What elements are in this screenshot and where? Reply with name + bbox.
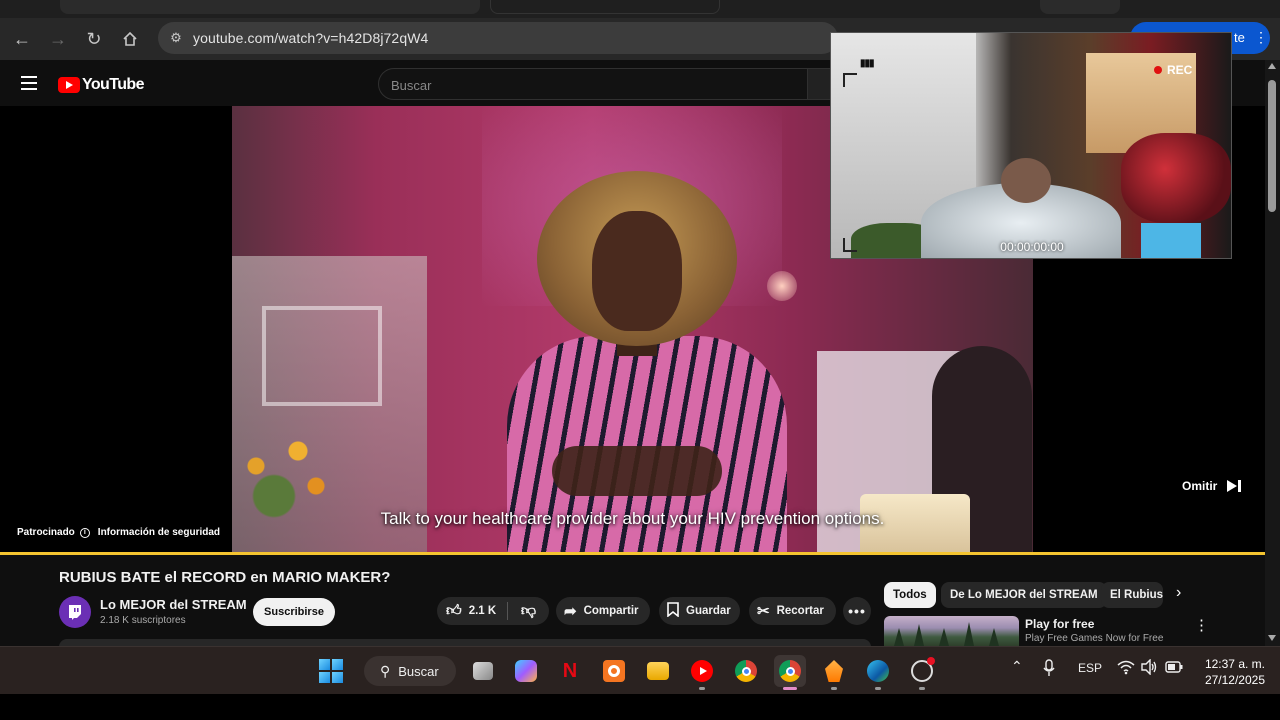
viewfinder-corner	[843, 73, 857, 87]
task-view-icon[interactable]	[467, 655, 499, 687]
like-button[interactable]: 👍︎ 2.1 K	[437, 602, 507, 620]
language-indicator[interactable]: ESP	[1078, 661, 1102, 675]
taskbar-clock[interactable]: 12:37 a. m. 27/12/2025	[1195, 656, 1265, 688]
save-label: Guardar	[686, 605, 731, 617]
chip-all[interactable]: Todos	[884, 582, 936, 608]
suggestion-subtitle: Play Free Games Now for Free	[1025, 633, 1164, 644]
youtube-play-icon	[58, 77, 80, 93]
sponsored-label: Patrocinado	[17, 527, 75, 538]
dislike-button[interactable]: 👎︎	[508, 602, 549, 620]
safety-info-link[interactable]: Información de seguridad	[98, 527, 220, 538]
thumbs-down-icon: 👎︎	[520, 602, 537, 619]
ad-labels: Patrocinado i Información de seguridad	[17, 527, 220, 538]
subscriber-count: 2.18 K suscriptores	[100, 615, 186, 626]
like-count: 2.1 K	[468, 605, 497, 617]
taskbar-search[interactable]: ⚲ Buscar	[364, 656, 456, 686]
webcam-overlay: ▮▮▮ REC 00:00:00:00	[830, 32, 1232, 259]
channel-name[interactable]: Lo MEJOR del STREAM	[100, 597, 247, 612]
wifi-icon[interactable]	[1117, 659, 1135, 678]
clip-label: Recortar	[776, 605, 824, 617]
info-icon[interactable]: i	[79, 527, 90, 538]
like-dislike-group: 👍︎ 2.1 K 👎︎	[437, 597, 549, 625]
chip-el-rubius[interactable]: El Rubius	[1101, 582, 1163, 608]
volume-icon[interactable]	[1140, 658, 1158, 678]
profile-button-label: te	[1234, 30, 1245, 45]
chrome-active-icon[interactable]	[774, 655, 806, 690]
microphone-icon[interactable]	[1043, 659, 1055, 680]
screen-bottom-border	[0, 694, 1280, 720]
home-icon[interactable]	[117, 26, 143, 52]
suggestion-menu-icon[interactable]: ⋮	[1194, 616, 1209, 634]
browser-tab-strip	[0, 0, 1280, 18]
scroll-up-icon[interactable]	[1268, 63, 1276, 69]
reload-icon[interactable]: ↻	[81, 26, 107, 52]
bookmark-icon	[667, 601, 679, 621]
browser-tab[interactable]	[1040, 0, 1120, 14]
chevron-right-icon[interactable]: ›	[1176, 584, 1181, 602]
steam-icon[interactable]	[906, 655, 938, 690]
address-bar[interactable]: ⚙ youtube.com/watch?v=h42D8j72qW4	[158, 22, 838, 54]
taskbar-search-label: Buscar	[398, 663, 439, 679]
browser-tab[interactable]	[60, 0, 480, 14]
thumbs-up-icon: 👍︎	[446, 602, 462, 619]
rec-label: REC	[1167, 63, 1193, 77]
skip-ad-button[interactable]: Omitir	[1182, 479, 1242, 493]
webcam-person	[1001, 158, 1051, 203]
rec-indicator: REC	[1154, 63, 1192, 77]
chevron-up-icon[interactable]: ⌃	[1011, 658, 1023, 675]
clock-date: 27/12/2025	[1204, 673, 1265, 687]
chrome-icon[interactable]	[730, 655, 762, 687]
suggestion-title[interactable]: Play for free	[1025, 617, 1094, 631]
video-title: RUBIUS BATE el RECORD en MARIO MAKER?	[59, 569, 391, 586]
skip-ad-label: Omitir	[1182, 479, 1218, 493]
youtube-music-icon[interactable]	[686, 655, 718, 690]
file-explorer-icon[interactable]	[642, 655, 674, 687]
clip-button[interactable]: ✂ Recortar	[749, 597, 836, 625]
scrollbar-thumb[interactable]	[1268, 80, 1276, 212]
search-box[interactable]	[378, 68, 808, 100]
ad-caption: Talk to your healthcare provider about y…	[380, 509, 885, 528]
ad-progress-fill	[0, 552, 1265, 555]
back-icon[interactable]: ←	[9, 26, 35, 52]
forward-icon[interactable]: →	[45, 26, 71, 52]
scissors-icon: ✂	[757, 603, 770, 620]
share-label: Compartir	[583, 605, 639, 617]
channel-avatar[interactable]	[59, 596, 91, 628]
youtube-logo[interactable]: YouTube	[58, 75, 144, 95]
crunchyroll-icon[interactable]	[598, 655, 630, 687]
more-horizontal-icon: •••	[848, 603, 866, 619]
youtube-logo-text: YouTube	[82, 76, 144, 93]
share-button[interactable]: ➦ Compartir	[556, 597, 650, 625]
windows-start-icon[interactable]	[315, 655, 347, 687]
battery-status-icon[interactable]	[1165, 661, 1183, 676]
scroll-down-icon[interactable]	[1268, 635, 1276, 641]
more-actions-button[interactable]: •••	[843, 597, 871, 625]
address-url[interactable]: youtube.com/watch?v=h42D8j72qW4	[193, 30, 428, 46]
skip-next-icon	[1227, 479, 1242, 493]
menu-kebab-icon[interactable]: ⋮	[1254, 29, 1268, 46]
rec-dot-icon	[1154, 66, 1162, 74]
copilot-icon[interactable]	[510, 655, 542, 687]
search-icon: ⚲	[380, 662, 391, 679]
windows-taskbar: ⚲ Buscar N ⌃ ESP 12:37 a. m. 27/12/2025	[0, 646, 1280, 694]
page-scrollbar[interactable]	[1265, 60, 1280, 646]
fl-studio-icon[interactable]	[818, 655, 850, 690]
netflix-icon[interactable]: N	[554, 655, 586, 687]
share-arrow-icon: ➦	[564, 603, 577, 620]
clock-time: 12:37 a. m.	[1204, 657, 1265, 671]
chip-channel[interactable]: De Lo MEJOR del STREAM	[941, 582, 1107, 608]
search-input[interactable]	[391, 75, 791, 95]
battery-icon: ▮▮▮	[860, 58, 874, 69]
ad-progress-bar[interactable]	[0, 552, 1265, 555]
edge-icon[interactable]	[862, 655, 894, 690]
suggestion-thumbnail[interactable]	[884, 616, 1019, 646]
subscribe-button[interactable]: Suscribirse	[253, 598, 335, 626]
presenter-face	[592, 211, 682, 331]
timecode: 00:00:00:00	[1000, 240, 1064, 254]
hamburger-menu-icon[interactable]	[21, 76, 37, 90]
browser-tab[interactable]	[490, 0, 720, 14]
save-button[interactable]: Guardar	[659, 597, 740, 625]
site-settings-icon[interactable]: ⚙	[166, 28, 186, 48]
